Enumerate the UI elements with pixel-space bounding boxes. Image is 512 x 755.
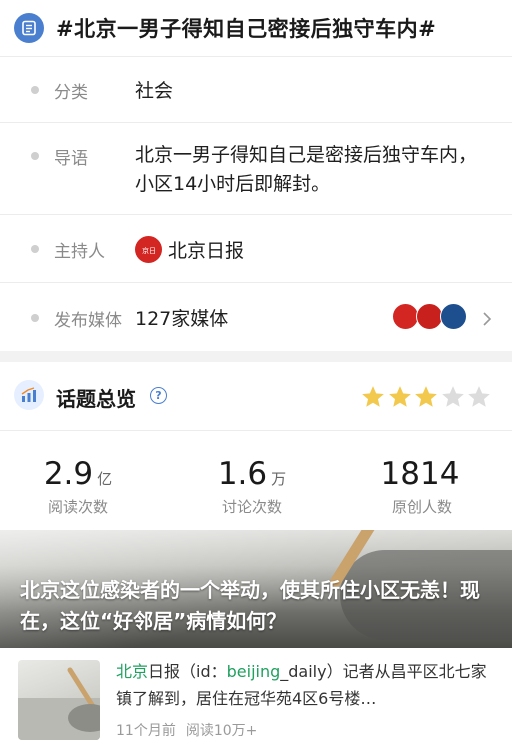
news-reads: 阅读10万+: [185, 723, 258, 739]
stat-originals: 1814 原创人数: [352, 456, 492, 517]
topic-title: #北京一男子得知自己密接后独守车内#: [56, 17, 437, 41]
news-meta: 11个月前 阅读10万+: [116, 720, 257, 740]
media-count[interactable]: 127家媒体: [135, 304, 228, 331]
stat-label: 阅读次数: [47, 498, 108, 516]
banner-headline[interactable]: 北京这位感染者的一个举动，使其所住小区无恙！现在，这位“好邻居”病情如何？: [20, 575, 500, 637]
list-icon: [14, 13, 44, 43]
stat-unit: 万: [271, 470, 287, 488]
media-label: 发布媒体: [54, 311, 122, 331]
intro-label: 导语: [54, 149, 88, 169]
category-row: 分类 社会: [0, 56, 512, 122]
rating-stars: [360, 384, 493, 410]
stat-value: 2.9: [43, 456, 94, 492]
section-divider: [0, 351, 512, 362]
media-row[interactable]: 发布媒体 127家媒体: [0, 282, 512, 351]
intro-row: 导语 北京一男子得知自己是密接后独守车内，小区14小时后即解封。: [0, 122, 512, 214]
overview-title: 话题总览: [56, 387, 136, 411]
chevron-right-icon[interactable]: [482, 311, 492, 331]
star-filled-icon: [415, 386, 437, 407]
host-name[interactable]: 北京日报: [168, 236, 244, 263]
stat-reads: 2.9 亿 阅读次数: [8, 456, 148, 517]
keyword-highlight: 北京: [116, 662, 149, 681]
news-snippet[interactable]: 北京日报（id：beijing_daily）记者从昌平区北七家镇了解到，居住在冠…: [116, 658, 494, 712]
news-time: 11个月前: [116, 723, 176, 739]
star-empty-icon: [441, 386, 464, 407]
news-item[interactable]: 北京日报（id：beijing_daily）记者从昌平区北七家镇了解到，居住在冠…: [0, 648, 512, 755]
host-row[interactable]: 主持人 京日 北京日报: [0, 214, 512, 282]
topic-header: #北京一男子得知自己密接后独守车内#: [0, 0, 512, 56]
stat-discussions: 1.6 万 讨论次数: [182, 456, 322, 517]
bullet-dot: [31, 245, 39, 253]
category-label: 分类: [54, 83, 88, 103]
bullet-dot: [31, 152, 39, 160]
bullet-dot: [31, 314, 39, 322]
stat-value: 1814: [380, 456, 460, 492]
keyword-highlight: beijing: [226, 662, 281, 681]
stat-value: 1.6: [217, 456, 268, 492]
star-filled-icon: [362, 386, 384, 407]
chart-icon: [14, 380, 44, 410]
star-empty-icon: [468, 386, 490, 407]
beijing-daily-logo: [392, 303, 419, 330]
news-text-segment: 日报（id：: [148, 662, 227, 681]
help-icon[interactable]: ?: [150, 387, 167, 404]
category-value[interactable]: 社会: [135, 76, 173, 103]
host-label: 主持人: [54, 242, 105, 262]
beijing-evening-logo: [416, 303, 443, 330]
bullet-dot: [31, 86, 39, 94]
intro-text: 北京一男子得知自己是密接后独守车内，小区14小时后即解封。: [135, 144, 478, 195]
stat-label: 讨论次数: [221, 498, 282, 516]
stat-label: 原创人数: [391, 498, 452, 516]
beijing-daily-logo[interactable]: 京日: [135, 236, 162, 263]
media-logos[interactable]: [392, 303, 467, 330]
overview-header: 话题总览 ?: [0, 362, 512, 431]
star-filled-icon: [388, 386, 411, 407]
news-thumbnail[interactable]: [18, 660, 100, 740]
stat-unit: 亿: [97, 470, 113, 488]
china-news-weekly-logo: [440, 303, 467, 330]
svg-text:京日: 京日: [142, 246, 156, 255]
featured-banner[interactable]: 北京这位感染者的一个举动，使其所住小区无恙！现在，这位“好邻居”病情如何？: [0, 530, 512, 648]
